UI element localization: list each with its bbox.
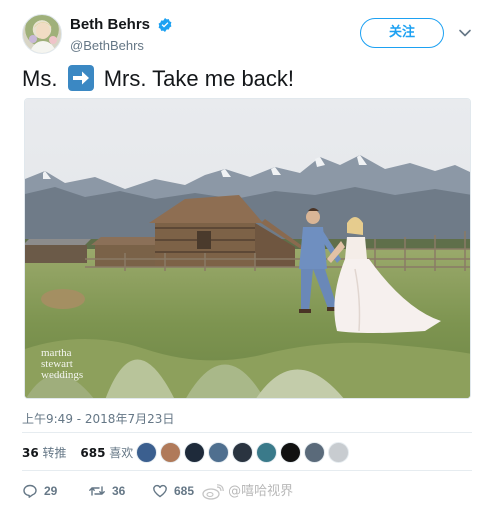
retweet-icon bbox=[89, 486, 105, 496]
watermark-line: weddings bbox=[41, 369, 84, 381]
weibo-logo-icon bbox=[202, 483, 224, 500]
photo-watermark: martha stewart weddings bbox=[41, 348, 83, 381]
weibo-watermark-text: @嘻哈视界 bbox=[228, 484, 294, 499]
reply-count: 29 bbox=[44, 483, 58, 498]
divider bbox=[22, 432, 472, 433]
verified-badge-icon bbox=[159, 17, 172, 32]
like-stat[interactable]: 685 喜欢 bbox=[80, 444, 133, 461]
tweet-text-after: Mrs. Take me back! bbox=[103, 66, 295, 91]
liker-avatar[interactable] bbox=[328, 442, 349, 463]
tweet-photo[interactable]: martha stewart weddings bbox=[24, 98, 471, 399]
tweet-text-before: Ms. bbox=[22, 66, 58, 91]
divider bbox=[22, 470, 472, 471]
display-name[interactable]: Beth Behrs bbox=[70, 16, 150, 33]
follow-button[interactable]: 关注 bbox=[360, 18, 444, 48]
liker-avatar[interactable] bbox=[304, 442, 325, 463]
retweet-stat-label: 转推 bbox=[42, 446, 67, 460]
retweet-stat-count: 36 bbox=[22, 446, 39, 460]
liker-avatar[interactable] bbox=[256, 442, 277, 463]
retweet-count: 36 bbox=[112, 483, 126, 498]
reply-button[interactable]: 29 bbox=[22, 480, 57, 500]
liker-avatar[interactable] bbox=[208, 442, 229, 463]
heart-icon bbox=[153, 484, 167, 498]
tweet-timestamp[interactable]: 上午9:49 - 2018年7月23日 bbox=[22, 410, 174, 427]
liker-avatar[interactable] bbox=[184, 442, 205, 463]
like-stat-label: 喜欢 bbox=[109, 446, 134, 460]
liker-avatar[interactable] bbox=[232, 442, 253, 463]
wedding-photo bbox=[25, 99, 470, 398]
retweet-stat[interactable]: 36 转推 bbox=[22, 444, 67, 461]
retweet-button[interactable]: 36 bbox=[88, 480, 125, 500]
like-button[interactable]: 685 bbox=[152, 480, 194, 500]
right-arrow-emoji-icon bbox=[67, 65, 94, 91]
chevron-down-icon[interactable] bbox=[458, 26, 472, 40]
liker-avatar[interactable] bbox=[160, 442, 181, 463]
user-name-block: Beth Behrs @BethBehrs bbox=[70, 16, 173, 53]
reply-icon bbox=[23, 484, 37, 498]
tweet-stats: 36 转推 685 喜欢 bbox=[22, 444, 143, 464]
user-avatar[interactable] bbox=[22, 14, 62, 54]
tweet-text: Ms. Mrs. Take me back! bbox=[22, 64, 294, 94]
liker-avatar[interactable] bbox=[136, 442, 157, 463]
like-count: 685 bbox=[174, 483, 195, 498]
tweet-header: Beth Behrs @BethBehrs 关注 bbox=[22, 14, 477, 58]
liker-avatar[interactable] bbox=[280, 442, 301, 463]
like-stat-count: 685 bbox=[80, 446, 106, 460]
user-handle[interactable]: @BethBehrs bbox=[70, 38, 173, 53]
weibo-watermark: @嘻哈视界 bbox=[202, 480, 293, 500]
